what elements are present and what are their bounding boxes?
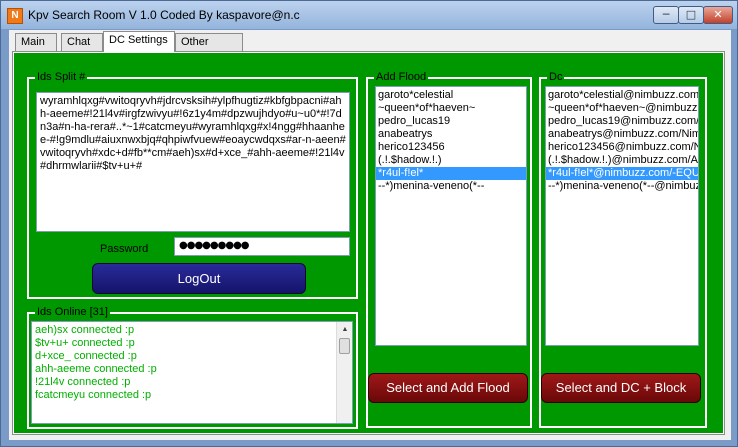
list-item: !21l4v connected :p [35,376,131,388]
scroll-up-icon[interactable]: ▲ [338,323,352,337]
add-flood-group: Add Flood garoto*celestial ~queen*of*hae… [366,70,532,428]
list-item[interactable]: pedro_lucas19 [376,115,526,128]
list-item: d+xce_ connected :p [35,350,137,362]
tab-chat[interactable]: Chat [61,33,103,51]
ids-split-textarea[interactable]: wyramhlqxg#vwitoqryvh#jdrcvsksih#ylpfhug… [36,92,350,232]
ids-online-list[interactable]: aeh)sx connected :p $tv+u+ connected :p … [31,321,353,424]
ids-split-title: Ids Split # [35,70,88,84]
select-add-flood-button[interactable]: Select and Add Flood [368,373,528,403]
list-item[interactable]: ~queen*of*haeven~ [376,102,526,115]
list-item: $tv+u+ connected :p [35,337,135,349]
list-item[interactable]: garoto*celestial@nimbuzz.com/ [546,89,698,102]
list-item[interactable]: pedro_lucas19@nimbuzz.com/I [546,115,698,128]
password-label: Password [100,243,149,255]
add-flood-list[interactable]: garoto*celestial ~queen*of*haeven~ pedro… [375,86,527,346]
list-item[interactable]: (.!.$hadow.!.)@nimbuzz.com/An [546,154,698,167]
logout-button[interactable]: LogOut [92,263,306,294]
dc-list[interactable]: garoto*celestial@nimbuzz.com/ ~queen*of*… [545,86,699,346]
scroll-thumb[interactable] [339,338,350,354]
list-item: aeh)sx connected :p [35,324,135,336]
list-item[interactable]: --*)menina-veneno(*-- [376,180,526,193]
tab-other-option[interactable]: Other Option [175,33,243,65]
dc-title: Dc [547,70,565,84]
list-item[interactable]: ~queen*of*haeven~@nimbuzz.com [546,102,698,115]
minimize-button[interactable]: ─ [653,6,679,24]
tab-panel: Ids Split # wyramhlqxg#vwitoqryvh#jdrcvs… [12,51,725,435]
list-item[interactable]: garoto*celestial [376,89,526,102]
list-item[interactable]: anabeatrys [376,128,526,141]
list-item: ahh-aeeme connected :p [35,363,157,375]
dc-settings-panel: Ids Split # wyramhlqxg#vwitoqryvh#jdrcvs… [14,53,723,433]
list-item[interactable]: herico123456@nimbuzz.com/N [546,141,698,154]
list-item[interactable]: anabeatrys@nimbuzz.com/Nimb [546,128,698,141]
list-item[interactable]: herico123456 [376,141,526,154]
ids-split-group: Ids Split # wyramhlqxg#vwitoqryvh#jdrcvs… [27,70,358,299]
list-item: fcatcmeyu connected :p [35,389,152,401]
client-area: Main Chat DC Settings Other Option Ids S… [9,30,731,440]
maximize-icon: □ [685,8,697,21]
dc-group: Dc garoto*celestial@nimbuzz.com/ ~queen*… [539,70,707,428]
add-flood-title: Add Flood [374,70,429,84]
app-window: N Kpv Search Room V 1.0 Coded By kaspavo… [0,0,738,447]
list-item-selected[interactable]: *r4ul-f!el* [376,167,526,180]
title-bar[interactable]: N Kpv Search Room V 1.0 Coded By kaspavo… [1,1,737,29]
close-icon: ✕ [713,8,723,21]
tab-dc-settings[interactable]: DC Settings [103,31,175,52]
password-field[interactable]: ●●●●●●●●● [174,237,350,256]
window-title: Kpv Search Room V 1.0 Coded By kaspavore… [28,8,300,22]
select-dc-block-button[interactable]: Select and DC + Block [541,373,701,403]
ids-online-group: Ids Online [31] aeh)sx connected :p $tv+… [27,305,358,429]
list-item[interactable]: --*)menina-veneno(*--@nimbuzz [546,180,698,193]
list-item-selected[interactable]: *r4ul-f!el*@nimbuzz.com/-EQUI [546,167,698,180]
close-button[interactable]: ✕ [703,6,733,24]
app-icon: N [7,8,23,24]
list-item[interactable]: (.!.$hadow.!.) [376,154,526,167]
tab-main[interactable]: Main [15,33,57,51]
minimize-icon: ─ [662,8,670,21]
ids-online-scrollbar[interactable]: ▲ [336,322,352,423]
maximize-button[interactable]: □ [678,6,704,24]
ids-split-text: wyramhlqxg#vwitoqryvh#jdrcvsksih#ylpfhug… [40,95,346,172]
ids-online-title: Ids Online [31] [35,305,110,319]
